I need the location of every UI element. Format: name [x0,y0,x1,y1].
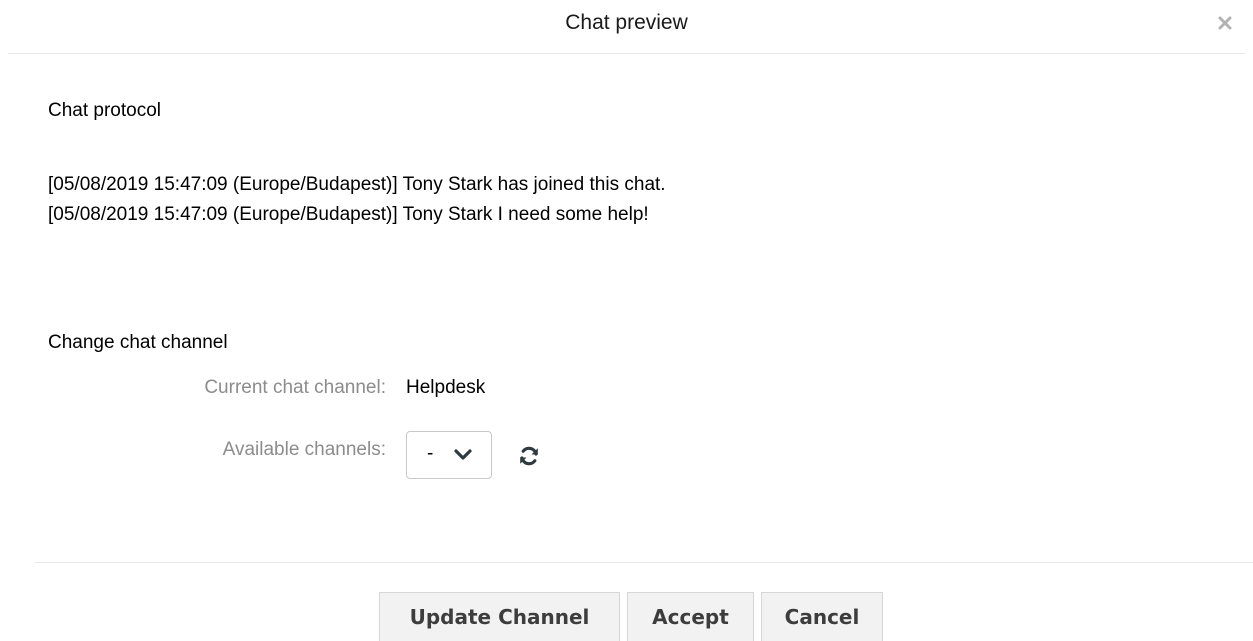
refresh-icon[interactable] [518,445,540,467]
select-selected-value: - [427,443,434,464]
available-channels-label: Available channels: [222,439,386,460]
chat-preview-dialog: Chat preview Chat protocol [05/08/2019 1… [0,0,1253,641]
update-channel-button[interactable]: Update Channel [379,592,620,641]
current-channel-label: Current chat channel: [204,377,386,398]
available-channels-row: Available channels: - [48,431,748,479]
chat-protocol-log: [05/08/2019 15:47:09 (Europe/Budapest)] … [48,170,666,230]
chat-log-line: [05/08/2019 15:47:09 (Europe/Budapest)] … [48,204,649,225]
current-channel-row: Current chat channel: Helpdesk [48,377,748,417]
chevron-down-icon [453,448,473,467]
current-channel-value: Helpdesk [406,377,486,398]
dialog-footer-divider [35,562,1253,563]
dialog-header: Chat preview [8,0,1245,54]
chat-protocol-heading: Chat protocol [48,100,162,121]
accept-button[interactable]: Accept [627,592,754,641]
chat-log-line: [05/08/2019 15:47:09 (Europe/Budapest)] … [48,174,666,195]
close-icon[interactable] [1215,13,1235,33]
change-channel-heading: Change chat channel [48,332,228,353]
cancel-button[interactable]: Cancel [761,592,883,641]
available-channels-select[interactable]: - [406,431,492,479]
dialog-title: Chat preview [565,11,688,34]
